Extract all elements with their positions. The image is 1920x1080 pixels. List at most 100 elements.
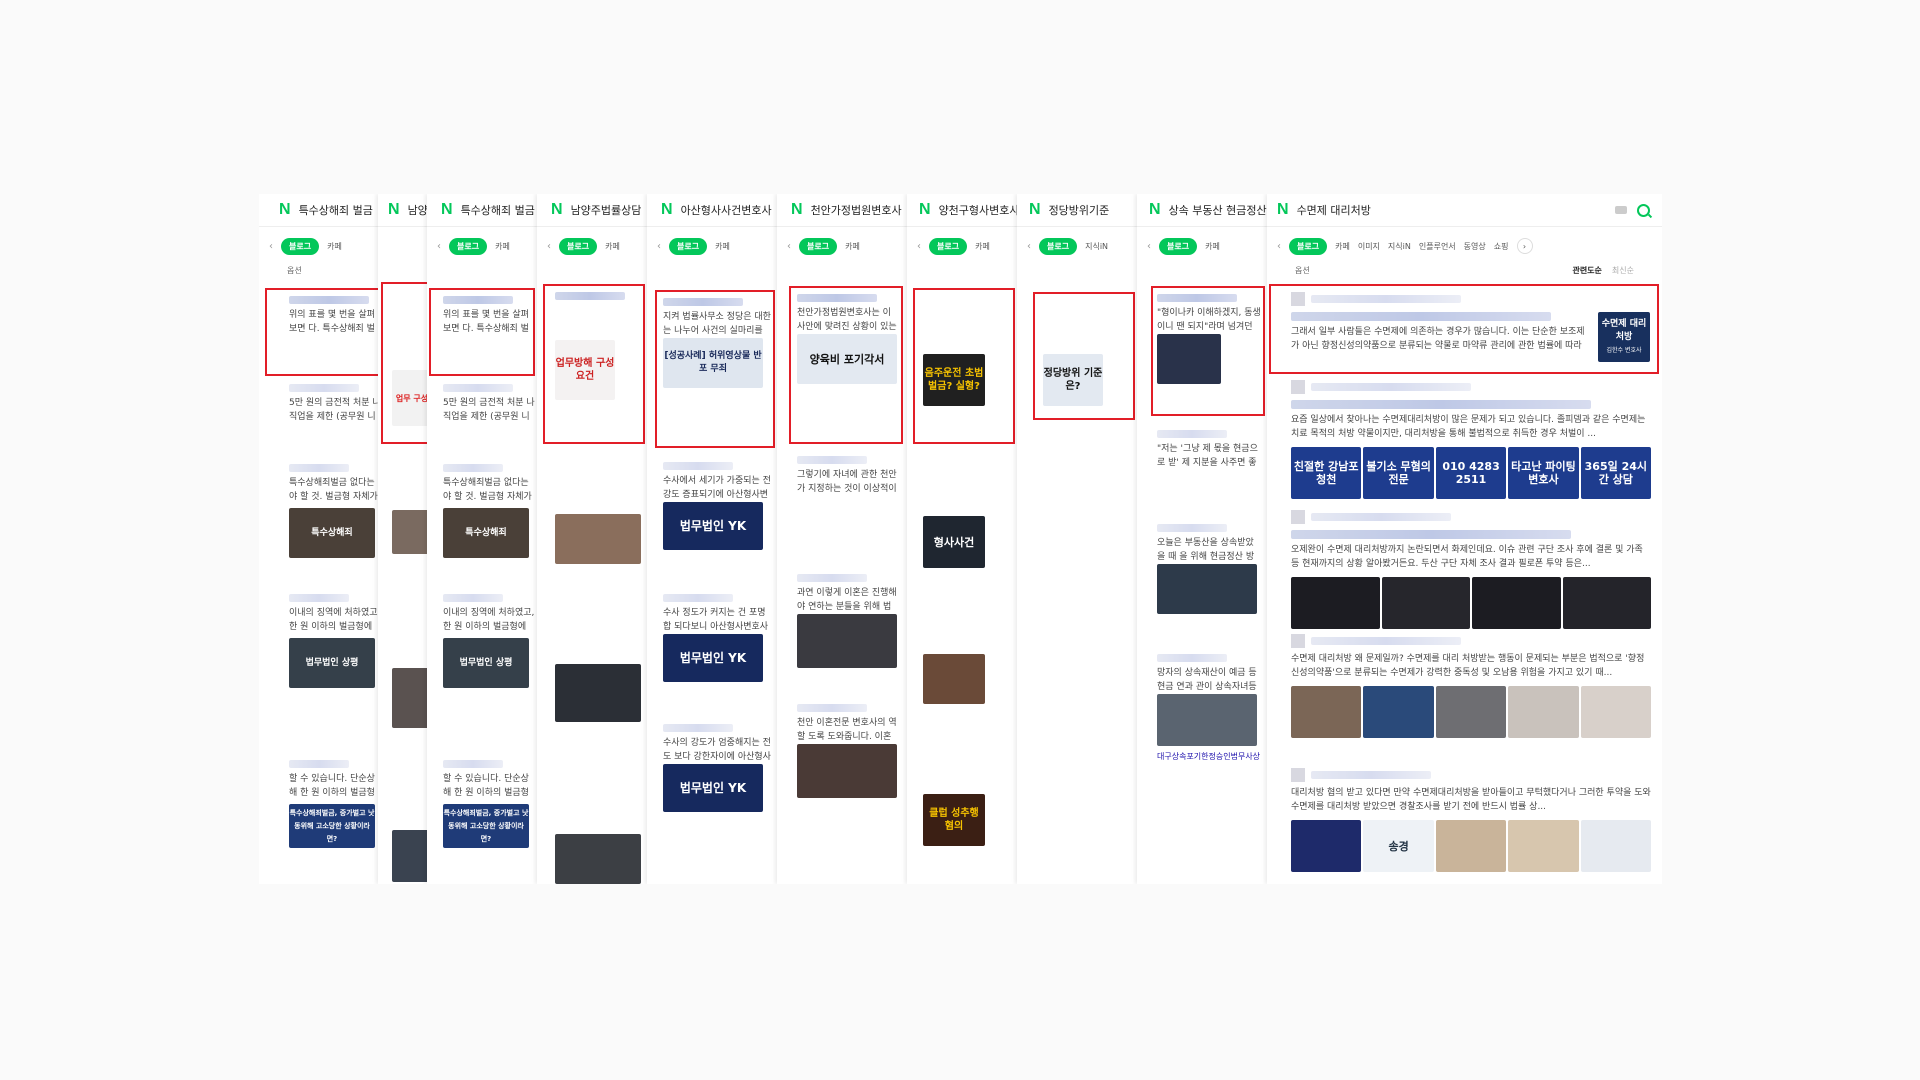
- options-toggle[interactable]: 옵션: [1295, 265, 1310, 276]
- chevron-left-icon[interactable]: ‹: [547, 241, 551, 252]
- chevron-left-icon[interactable]: ‹: [1277, 241, 1281, 252]
- result-thumbnail[interactable]: 010 4283 2511: [1435, 447, 1507, 499]
- result-item[interactable]: 5만 원의 금전적 처분 나 직업을 제한 (공무원 니다. 특수상해 5년 이: [443, 384, 535, 424]
- search-query[interactable]: 천안가정법원변호사: [811, 202, 902, 218]
- search-query[interactable]: 남양주법률상담: [571, 202, 642, 218]
- result-item[interactable]: 특수상해죄벌금 없다는 야 할 것. 벌금형 자체가 특수상해죄: [443, 464, 535, 558]
- result-thumbnail[interactable]: [1291, 577, 1380, 629]
- result-item[interactable]: 위의 표를 몇 번을 살펴보면 다. 특수상해죄 벌금이 없는 밖에 없다는 의…: [289, 296, 383, 336]
- result-thumbnail[interactable]: [성공사례] 허위영상물 반포 무죄: [663, 338, 763, 388]
- naver-logo-icon[interactable]: N: [551, 201, 563, 219]
- result-item[interactable]: "저는 '그냥 제 몫을 현금으로 받' 제 지분을 사주면 좋겠어요" 정산 …: [1157, 430, 1261, 470]
- tab-blog[interactable]: 블로그: [799, 237, 838, 255]
- result-thumbnail[interactable]: [392, 510, 432, 554]
- result-item[interactable]: 업무방해 구성요건: [555, 292, 641, 400]
- sort-latest[interactable]: 최신순: [1612, 265, 1634, 276]
- tab-blog[interactable]: 블로그: [669, 237, 708, 255]
- result-item[interactable]: 수사에서 세기가 가중되는 전 강도 증표되기에 아산형사변 법무법인 YK: [663, 462, 771, 550]
- search-query[interactable]: 남양: [408, 202, 428, 218]
- result-item[interactable]: "형이나카 이해하겠지, 동생이니 땐 되지"라며 넘겨던 분들, 나중에: [1157, 294, 1261, 384]
- result-thumbnail[interactable]: [392, 830, 432, 882]
- tab-blog[interactable]: 블로그: [559, 237, 598, 255]
- chevron-left-icon[interactable]: ‹: [787, 241, 791, 252]
- result-thumbnail[interactable]: 형사사건: [923, 516, 985, 568]
- search-query[interactable]: 특수상해죄 벌금: [461, 202, 535, 218]
- naver-logo-icon[interactable]: N: [1277, 201, 1289, 219]
- result-thumbnail[interactable]: 친절한 강남포청천: [1291, 447, 1362, 499]
- result-item[interactable]: 수사 정도가 커지는 건 포명합 되다보니 아산형사변호사는 형 법무법인 YK: [663, 594, 771, 682]
- result-thumbnail[interactable]: 타고난 파이팅변호사: [1508, 447, 1579, 499]
- result-thumbnail[interactable]: 송경: [1363, 820, 1434, 872]
- tab-image[interactable]: 이미지: [1358, 241, 1380, 252]
- search-query[interactable]: 정당방위기준: [1049, 202, 1110, 218]
- result-item[interactable]: 지켜 법률사무소 정당은 대한 는 나누어 사건의 실마리를 찾는 [성공사례]…: [663, 298, 771, 388]
- result-item[interactable]: 그래서 일부 사람들은 수면제에 의존하는 경우가 많습니다. 이는 단순한 보…: [1291, 292, 1591, 353]
- keyboard-icon[interactable]: [1615, 206, 1627, 214]
- chevron-left-icon[interactable]: ‹: [269, 241, 273, 252]
- search-query[interactable]: 아산형사사건변호사: [681, 202, 772, 218]
- result-thumbnail[interactable]: 업무방해 구성요건: [555, 340, 615, 400]
- result-thumbnail[interactable]: 특수상해죄벌금, 중가벌고 낫동위해 고소당한 상황이라면?: [443, 804, 529, 848]
- tab-cafe[interactable]: 카페: [327, 241, 342, 252]
- result-thumbnail[interactable]: 특수상해죄: [443, 508, 529, 558]
- result-thumbnail[interactable]: [1435, 686, 1507, 738]
- tab-blog[interactable]: 블로그: [449, 237, 488, 255]
- result-item[interactable]: 오늘은 부동산을 상속받았을 때 을 위해 현금정산 방법 과 상속: [1157, 524, 1261, 614]
- tab-blog[interactable]: 블로그: [1039, 237, 1078, 255]
- result-item[interactable]: 그렇기에 자녀에 관한 천안가 지정하는 것이 이상적이지만, 진전이 보이지 …: [797, 456, 899, 496]
- result-item[interactable]: 특수상해죄벌금 없다는 야 할 것. 벌금형 자체가 특수상해죄: [289, 464, 383, 558]
- options-toggle[interactable]: 옵션: [287, 265, 302, 276]
- result-thumbnail[interactable]: [1157, 334, 1221, 384]
- result-item[interactable]: 대리처방 혐의 받고 있다면 만약 수면제대리처방을 받아들이고 무턱했다거나 …: [1291, 768, 1652, 872]
- result-thumbnail[interactable]: [1508, 820, 1579, 872]
- result-thumbnail[interactable]: 법무법인 YK: [663, 634, 763, 682]
- result-thumbnail[interactable]: [1472, 577, 1561, 629]
- result-thumbnail[interactable]: 특수상해죄벌금, 중가벌고 낫동위해 고소당한 상황이라면?: [289, 804, 375, 848]
- result-thumbnail[interactable]: [1381, 577, 1470, 629]
- result-item[interactable]: 요즘 일상에서 찾아나는 수면제대리처방이 많은 문제가 되고 있습니다. 졸피…: [1291, 380, 1652, 499]
- tab-jisik[interactable]: 지식iN: [1085, 241, 1108, 252]
- sort-relevance[interactable]: 관련도순: [1572, 265, 1601, 276]
- tab-cafe[interactable]: 카페: [495, 241, 510, 252]
- search-query[interactable]: 상속 부동산 현금정산: [1169, 202, 1267, 218]
- result-thumbnail[interactable]: [1157, 564, 1257, 614]
- tab-blog[interactable]: 블로그: [1159, 237, 1198, 255]
- result-item[interactable]: 이내의 징역에 처하였고, 한 원 이하의 벌금형에 처 법무법인 상평: [443, 594, 535, 688]
- tab-cafe[interactable]: 카페: [605, 241, 620, 252]
- result-item[interactable]: 수사의 강도가 엄중해지는 전 도 보다 강한자이에 아산형사 법무법인 YK: [663, 724, 771, 812]
- tab-video[interactable]: 동영상: [1464, 241, 1486, 252]
- result-item[interactable]: 천안 이혼전문 변호사의 역할 도록 도와줍니다. 이혼은 법적: [797, 704, 899, 798]
- result-item[interactable]: 과연 이렇게 이혼은 진행해야 연하는 분들을 위해 법무법인: [797, 574, 899, 668]
- result-item[interactable]: 5만 원의 금전적 처분 나 직업을 제한 (공무원 니다. 특수상해 5년 이: [289, 384, 383, 424]
- search-query[interactable]: 특수상해죄 벌금: [299, 202, 373, 218]
- search-query[interactable]: 수면제 대리처방: [1297, 202, 1371, 218]
- result-thumbnail[interactable]: 양육비 포기각서: [797, 334, 897, 384]
- tab-influencer[interactable]: 인플루언서: [1419, 241, 1456, 252]
- result-thumbnail[interactable]: [1363, 686, 1434, 738]
- result-item[interactable]: 천안가정법원변호사는 이 사안에 맞려진 상황이 있는지 등 중 양육비 포기각…: [797, 294, 899, 384]
- result-item[interactable]: 이내의 징역에 처하였고, 한 원 이하의 벌금형에 처 법무법인 상평: [289, 594, 383, 688]
- result-thumbnail[interactable]: 수면제 대리처방 김한수 변호사: [1598, 312, 1650, 362]
- result-thumbnail[interactable]: [1291, 686, 1362, 738]
- tab-cafe[interactable]: 카페: [1335, 241, 1350, 252]
- result-thumbnail[interactable]: 법무법인 YK: [663, 764, 763, 812]
- result-thumbnail[interactable]: [555, 514, 641, 564]
- result-thumbnail[interactable]: [797, 744, 897, 798]
- tab-cafe[interactable]: 카페: [1205, 241, 1220, 252]
- search-icon[interactable]: [1637, 203, 1650, 217]
- result-item[interactable]: 할 수 있습니다. 단순상해 한 원 이하의 벌금형에 특수상해죄벌금, 중가벌…: [443, 760, 535, 848]
- result-thumbnail[interactable]: [1580, 820, 1652, 872]
- search-query[interactable]: 양천구형사변호사: [939, 202, 1017, 218]
- result-thumbnail[interactable]: 음주운전 초범 벌금? 실형?: [923, 354, 985, 406]
- result-thumbnail[interactable]: 법무법인 YK: [663, 502, 763, 550]
- tab-cafe[interactable]: 카페: [975, 241, 990, 252]
- chevron-right-icon[interactable]: ›: [1516, 238, 1533, 254]
- result-item[interactable]: 망자의 상속재산이 예금 등 현금 연과 관이 상속자녀등과 상속부 대구상속포…: [1157, 654, 1261, 764]
- tab-jisik[interactable]: 지식iN: [1388, 241, 1411, 252]
- result-thumbnail[interactable]: [555, 834, 641, 884]
- tab-cafe[interactable]: 카페: [845, 241, 860, 252]
- result-thumbnail[interactable]: [1580, 686, 1652, 738]
- chevron-left-icon[interactable]: ‹: [1027, 241, 1031, 252]
- naver-logo-icon[interactable]: N: [1029, 201, 1041, 219]
- naver-logo-icon[interactable]: N: [791, 201, 803, 219]
